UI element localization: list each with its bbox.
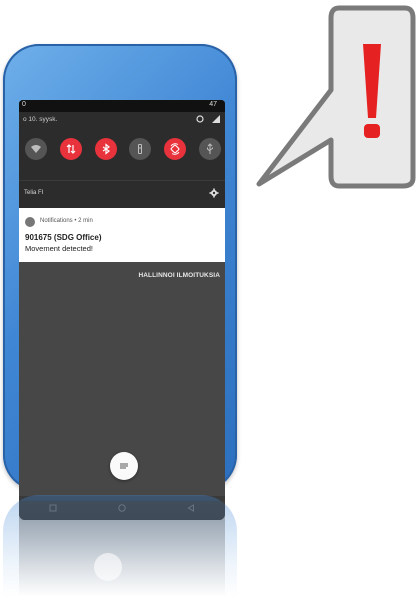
quick-settings-tiles [25, 138, 221, 160]
operator-label: Telia FI [24, 190, 44, 196]
notification-title: 901675 (SDG Office) [25, 233, 102, 242]
auto-rotate-icon [170, 143, 180, 155]
tile-auto-rotate[interactable] [164, 138, 187, 160]
alarm-icon [196, 115, 204, 123]
notification-card[interactable]: Notifications • 2 min 901675 (SDG Office… [19, 208, 225, 262]
mobile-data-icon [66, 144, 76, 154]
bluetooth-icon [102, 143, 110, 155]
battery-level: 47 [209, 101, 217, 108]
phone-frame: 0 47 o 10. syysk. Telia FI Notifications… [3, 44, 237, 520]
phone-reflection [3, 495, 237, 597]
status-time: 0 [22, 101, 26, 108]
tile-bluetooth[interactable] [94, 138, 117, 160]
usb-icon [206, 143, 213, 154]
exclamation-dot [364, 124, 380, 138]
callout-bubble [256, 5, 416, 189]
tile-flashlight[interactable] [129, 138, 152, 160]
status-icons [195, 114, 221, 124]
reflection-button [94, 553, 122, 581]
app-icon [25, 217, 35, 227]
alert-callout [256, 5, 416, 189]
notification-text: Movement detected! [25, 244, 93, 253]
date-label: o 10. syysk. [23, 116, 58, 123]
menu-lines-icon [120, 463, 128, 469]
signal-icon [212, 115, 220, 123]
notification-list-button[interactable] [110, 452, 138, 480]
tile-usb[interactable] [198, 138, 221, 160]
status-bar: 0 47 [19, 100, 225, 112]
reflection-screen [19, 501, 225, 597]
tile-mobile-data[interactable] [59, 138, 82, 160]
flashlight-icon [138, 144, 143, 154]
settings-gear-icon[interactable] [209, 188, 219, 198]
phone-screen: 0 47 o 10. syysk. Telia FI Notifications… [19, 100, 225, 520]
manage-notifications-button[interactable]: HALLINNOI ILMOITUKSIA [138, 272, 220, 279]
tile-wifi[interactable] [25, 138, 47, 160]
divider [19, 180, 225, 181]
quick-settings-shade: 0 47 o 10. syysk. Telia FI [19, 100, 225, 208]
wifi-icon [31, 145, 41, 153]
notification-app-line: Notifications • 2 min [40, 218, 93, 224]
